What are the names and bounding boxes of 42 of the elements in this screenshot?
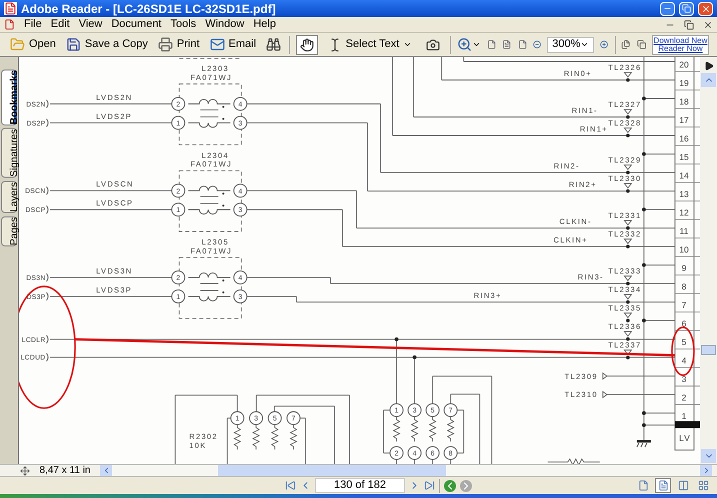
connector-pin-number: 3 [682,374,686,384]
connector-pin-number: 7 [682,300,686,310]
connector-pin-number: 14 [679,170,689,180]
connector-pin-number: 17 [679,115,689,125]
connector-pin-number: 8 [682,282,686,292]
zoom-field[interactable]: 300% [547,36,594,52]
connector-pin-number: 15 [679,152,689,162]
connector-pin-number: 12 [679,208,689,218]
save-button[interactable]: Save a Copy [64,34,150,54]
open-button[interactable]: Open [8,34,58,54]
connector-label: LV [679,433,691,444]
side-tab[interactable]: Signatures [1,128,17,178]
email-button[interactable]: Email [208,34,258,54]
menu-item[interactable]: Tools [170,19,196,30]
menu-item[interactable]: Edit [50,19,70,30]
select-text-button[interactable]: Select Text [324,34,416,54]
connector-pin-number: 1 [682,411,686,422]
window-title: Adobe Reader - [LC-26SD1E LC-32SD1E.pdf] [21,0,277,18]
connector-pin-number: 16 [679,134,689,144]
page-number-field[interactable]: 130 of 182 [315,478,405,493]
download-reader-link[interactable]: Download New Reader Now [652,34,709,54]
connector-pin-number: 9 [682,263,686,274]
connector-pin-number: 2 [682,392,686,403]
menu-item[interactable]: Window [205,19,244,30]
side-tab[interactable]: Layers [1,181,17,214]
connector-pin-number: 18 [679,96,689,106]
menu-item[interactable]: Document [111,19,162,30]
page-size-label: 8,47 x 11 in [38,466,92,476]
side-tab[interactable]: Pages [1,216,17,247]
connector-pin-number: 6 [682,318,686,329]
connector-pin-number: 20 [679,60,689,70]
connector-pin-number: 19 [679,78,689,88]
menu-item[interactable]: View [78,19,102,30]
connector-pin-number: 4 [682,356,686,366]
menu-item[interactable]: Help [253,19,276,30]
print-button[interactable]: Print [156,34,202,54]
connector-pin-number: 5 [682,337,686,348]
connector-pin-number: 13 [679,189,689,199]
connector-pin-number: 10 [679,244,689,255]
connector-pin-number: 11 [680,226,688,236]
menu-item[interactable]: File [24,19,42,30]
zoom-value: 300% [552,37,580,52]
